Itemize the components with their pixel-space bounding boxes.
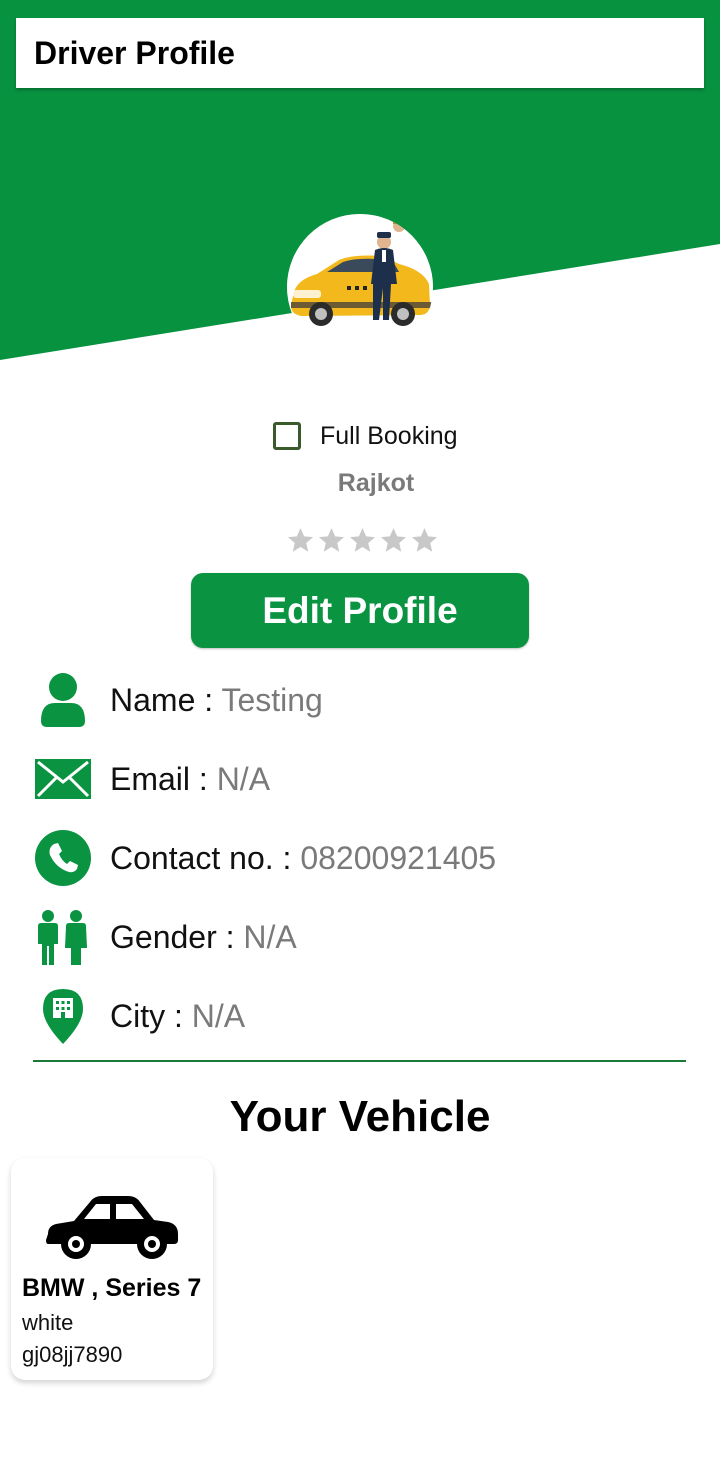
contact-label: Contact no. : — [110, 839, 301, 876]
full-booking-row[interactable]: Full Booking — [273, 418, 458, 454]
star-icon — [350, 528, 375, 552]
contact-value: 08200921405 — [300, 839, 497, 876]
full-booking-label: Full Booking — [320, 421, 458, 450]
app-bar: Driver Profile — [16, 18, 704, 88]
email-label: Email : — [110, 760, 217, 797]
gender-icon — [33, 907, 93, 967]
rating-stars — [285, 525, 440, 555]
envelope-icon — [33, 749, 93, 809]
star-icon — [319, 528, 344, 552]
name-field: Name : Testing — [110, 682, 323, 719]
info-row-city: City : N/A — [33, 986, 683, 1046]
page-title: Driver Profile — [34, 34, 235, 71]
city-pin-icon — [33, 986, 93, 1046]
star-icon — [381, 528, 406, 552]
city-label: City : — [110, 997, 192, 1034]
city-value: N/A — [191, 997, 246, 1034]
gender-field: Gender : N/A — [110, 919, 297, 956]
vehicle-color: white — [22, 1310, 74, 1335]
name-value: Testing — [221, 681, 323, 718]
star-icon — [288, 528, 313, 552]
vehicle-card[interactable]: BMW , Series 7 white gj08jj7890 — [11, 1158, 213, 1380]
person-icon — [33, 670, 93, 730]
info-row-name: Name : Testing — [33, 670, 683, 730]
contact-field: Contact no. : 08200921405 — [110, 840, 496, 877]
city-field: City : N/A — [110, 998, 245, 1035]
full-booking-checkbox[interactable] — [273, 422, 301, 450]
car-icon — [46, 1196, 178, 1259]
divider — [33, 1060, 686, 1062]
info-row-email: Email : N/A — [33, 749, 683, 809]
vehicle-section-title: Your Vehicle — [229, 1092, 491, 1141]
vehicle-plate: gj08jj7890 — [22, 1342, 123, 1367]
name-label: Name : — [110, 681, 222, 718]
profile-avatar[interactable] — [287, 214, 433, 360]
taxi-driver-avatar-icon — [287, 214, 433, 360]
gender-label: Gender : — [110, 918, 244, 955]
star-icon — [412, 528, 437, 552]
email-value: N/A — [216, 760, 271, 797]
gender-value: N/A — [243, 918, 297, 955]
phone-icon — [33, 828, 93, 888]
info-row-contact: Contact no. : 08200921405 — [33, 828, 683, 888]
edit-profile-button[interactable]: Edit Profile — [191, 573, 529, 648]
info-row-gender: Gender : N/A — [33, 907, 683, 967]
profile-city: Rajkot — [337, 469, 415, 497]
email-field: Email : N/A — [110, 761, 270, 798]
vehicle-name: BMW , Series 7 — [22, 1274, 202, 1302]
